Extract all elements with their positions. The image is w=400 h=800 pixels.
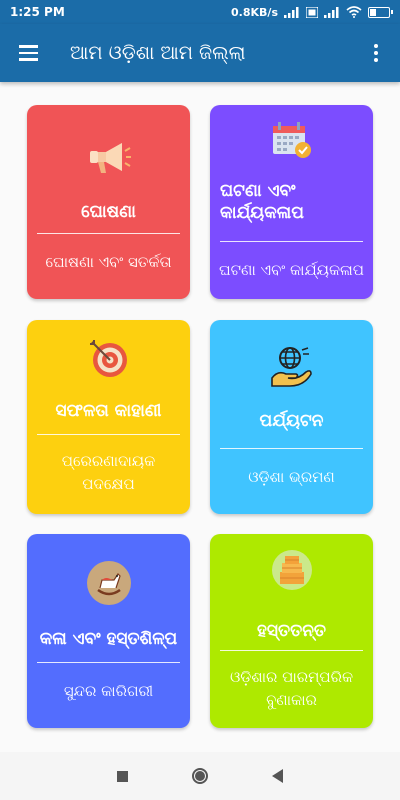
app-title: ଆମ ଓଡ଼ିଶା ଆମ ଜିଲ୍ଲା — [70, 42, 246, 64]
status-time: 1:25 PM — [10, 5, 65, 19]
volte-icon — [306, 6, 318, 18]
signal-icon — [284, 6, 299, 18]
card-heading: ଘୋଷଣା — [81, 202, 136, 222]
card-subtitle: ସୁନ୍ଦର କାରିଗରୀ — [63, 682, 154, 700]
more-vert-icon — [374, 44, 378, 48]
card-subtitle: ଓଡ଼ିଶାର ପାରମ୍ପରିକ ବୁଣାକାର — [229, 668, 354, 709]
globe-hand-icon — [210, 344, 373, 390]
card-success-stories[interactable]: ସଫଳତା କାହାଣୀ ପ୍ରେରଣାଦାୟକ ପଦକ୍ଷେପ — [27, 320, 190, 514]
card-heading: ଘଟଣା ଏବଂ କାର୍ଯ୍ୟକଳାପ — [220, 181, 304, 223]
menu-button[interactable] — [0, 24, 56, 82]
card-heading: ପର୍ଯ୍ୟଟନ — [259, 411, 324, 431]
card-tourism[interactable]: ପର୍ଯ୍ୟଟନ ଓଡ଼ିଶା ଭ୍ରମଣ — [210, 320, 373, 514]
card-subtitle: ପ୍ରେରଣାଦାୟକ ପଦକ୍ଷେପ — [61, 452, 156, 493]
card-subtitle: ଘଟଣା ଏବଂ କାର୍ଯ୍ୟକଳାପ — [219, 261, 364, 279]
card-divider — [220, 650, 363, 651]
card-divider — [37, 434, 180, 435]
card-divider — [220, 448, 363, 449]
recents-button[interactable] — [117, 770, 128, 782]
back-button[interactable] — [272, 769, 283, 783]
card-heading: ସଫଳତା କାହାଣୀ — [55, 401, 162, 421]
card-heading: ହସ୍ତତନ୍ତ — [256, 621, 327, 641]
megaphone-icon — [27, 135, 190, 181]
battery-icon — [368, 6, 393, 18]
rocking-horse-icon — [27, 560, 190, 606]
app-bar: ଆମ ଓଡ଼ିଶା ଆମ ଜିଲ୍ଲା — [0, 24, 400, 82]
card-divider — [37, 233, 180, 234]
card-events[interactable]: ଘଟଣା ଏବଂ କାର୍ଯ୍ୟକଳାପ ଘଟଣା ଏବଂ କାର୍ଯ୍ୟକଳା… — [210, 105, 373, 299]
card-announcements[interactable]: ଘୋଷଣା ଘୋଷଣା ଏବଂ ସତର୍କତା — [27, 105, 190, 299]
network-speed: 0.8KB/s — [231, 5, 278, 19]
card-subtitle: ଓଡ଼ିଶା ଭ୍ରମଣ — [248, 468, 335, 486]
menu-icon — [18, 45, 38, 48]
signal-icon-2 — [324, 6, 339, 18]
home-button[interactable] — [192, 768, 208, 784]
fabric-bundle-icon — [210, 549, 373, 591]
card-heading: କଳା ଏବଂ ହସ୍ତଶିଳ୍ପ — [39, 629, 178, 649]
card-divider — [37, 662, 180, 663]
status-icons: 0.8KB/s — [231, 5, 393, 19]
wifi-icon — [346, 6, 362, 18]
home-icon — [195, 771, 205, 781]
target-icon — [27, 338, 190, 380]
card-subtitle: ଘୋଷଣା ଏବଂ ସତର୍କତା — [45, 253, 172, 271]
navigation-bar — [0, 752, 400, 800]
card-handloom[interactable]: ହସ୍ତତନ୍ତ ଓଡ଼ିଶାର ପାରମ୍ପରିକ ବୁଣାକାର — [210, 534, 373, 728]
calendar-icon — [210, 120, 373, 160]
more-options-button[interactable] — [352, 24, 400, 82]
card-art-handicrafts[interactable]: କଳା ଏବଂ ହସ୍ତଶିଳ୍ପ ସୁନ୍ଦର କାରିଗରୀ — [27, 534, 190, 728]
card-divider — [220, 241, 363, 242]
status-bar: 1:25 PM 0.8KB/s — [0, 0, 400, 24]
